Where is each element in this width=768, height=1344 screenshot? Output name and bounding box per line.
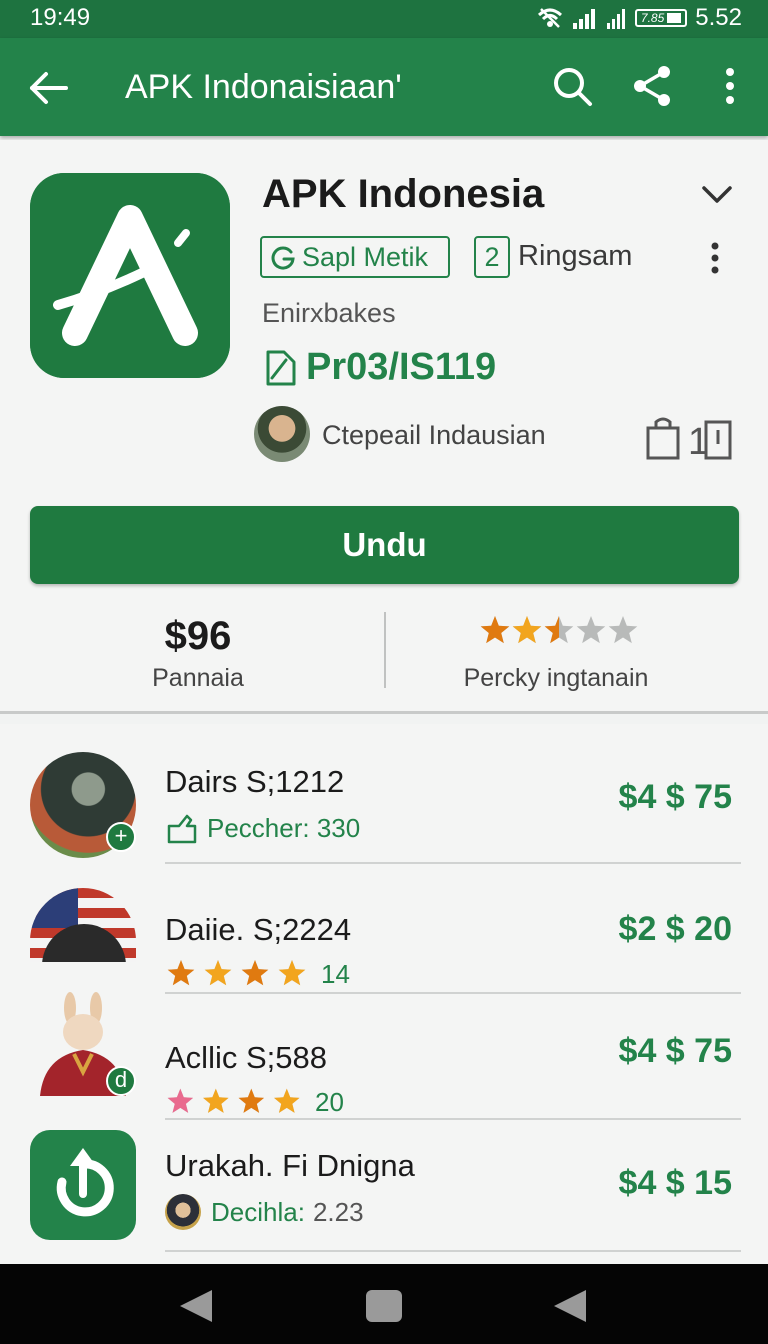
price-code-text: Pr03/IS119 bbox=[306, 346, 497, 388]
more-vert-icon[interactable] bbox=[700, 240, 730, 276]
battery-fill bbox=[667, 13, 682, 23]
list-item-title: Acllic S;588 bbox=[165, 1040, 327, 1075]
list-item-title: Dairs S;1212 bbox=[165, 764, 345, 799]
star-filled-icon bbox=[238, 1088, 265, 1113]
app-logo-icon bbox=[30, 173, 230, 378]
list-item-title: Daiie. S;2224 bbox=[165, 912, 352, 947]
stat-price-label: Pannaia bbox=[152, 664, 244, 692]
status-time: 19:49 bbox=[30, 4, 91, 31]
list-item-subtitle: 20 bbox=[165, 1086, 344, 1118]
install-button[interactable]: Undu bbox=[30, 506, 739, 584]
list-item[interactable]: + Dairs S;1212 Peccher: 330 $4 $ 75 bbox=[0, 724, 768, 864]
rating-stars bbox=[480, 616, 638, 644]
author-avatar bbox=[165, 1194, 201, 1230]
rank-label: Ringsam bbox=[518, 240, 633, 272]
list-item-price: $4 $ 75 bbox=[618, 1032, 732, 1070]
rating-stars bbox=[167, 1088, 300, 1113]
list-item-subtitle-text: Peccher: 330 bbox=[207, 812, 361, 843]
list-item-subtitle-label: Decihla: bbox=[211, 1196, 305, 1227]
robot-head bbox=[42, 924, 126, 962]
list-item-thumbnail bbox=[30, 888, 136, 962]
badge-text: d bbox=[114, 1067, 128, 1092]
developer-name[interactable]: Enirxbakes bbox=[262, 298, 396, 329]
stat-divider bbox=[384, 612, 386, 688]
stat-price: $96 bbox=[164, 614, 232, 658]
app-bar-title: APK Indonaisiaan' bbox=[125, 68, 402, 106]
rank-number: 2 bbox=[484, 241, 500, 272]
signal-icon bbox=[572, 9, 595, 29]
list-item-subtitle: Decihla: 2.23 bbox=[165, 1194, 364, 1230]
battery-icon: 7.85 bbox=[634, 9, 688, 27]
install-button-label: Undu bbox=[342, 526, 427, 563]
chevron-down-icon[interactable] bbox=[700, 180, 734, 208]
battery-level: 7.85 bbox=[640, 11, 665, 25]
rating-count: 14 bbox=[321, 958, 350, 989]
refresh-g-icon bbox=[271, 246, 295, 270]
system-nav-bar bbox=[0, 1264, 768, 1344]
rank-badge: 2 bbox=[474, 236, 510, 278]
status-right-time: 5.52 bbox=[695, 4, 742, 31]
price-code: Pr03/IS119 bbox=[262, 346, 496, 389]
badge-text: + bbox=[114, 823, 128, 848]
star-filled-icon bbox=[241, 960, 269, 986]
status-icons: 7.85 5.52 bbox=[537, 4, 742, 32]
signal-icon bbox=[606, 9, 625, 29]
nav-recent-icon[interactable] bbox=[550, 1288, 590, 1324]
rating-stars bbox=[167, 960, 306, 986]
flag-canton bbox=[30, 888, 78, 928]
star-filled-icon bbox=[167, 1088, 194, 1113]
star-filled-icon bbox=[512, 616, 542, 644]
star-icon bbox=[576, 616, 606, 644]
list-item-price: $2 $ 20 bbox=[618, 910, 732, 948]
rating-count: 20 bbox=[315, 1086, 344, 1117]
status-bar: 19:49 7.85 5.52 bbox=[0, 0, 768, 38]
app-name: APK Indonesia bbox=[262, 172, 545, 216]
list-item-thumbnail: d bbox=[30, 992, 136, 1096]
wifi-off-icon bbox=[537, 8, 562, 28]
add-badge: d bbox=[106, 1066, 136, 1096]
list-item-title: Urakah. Fi Dnigna bbox=[165, 1148, 415, 1183]
list-item[interactable]: Daiie. S;2224 14 $2 $ 20 bbox=[0, 864, 768, 994]
nav-back-icon[interactable] bbox=[176, 1288, 216, 1324]
update-app-icon bbox=[30, 1130, 136, 1240]
star-filled-icon bbox=[167, 960, 195, 986]
star-filled-icon bbox=[274, 1088, 300, 1113]
app-bar: APK Indonaisiaan' bbox=[0, 38, 768, 136]
back-arrow-icon[interactable] bbox=[26, 66, 70, 110]
star-filled-icon bbox=[278, 960, 306, 986]
price-tag-icon bbox=[266, 350, 296, 385]
star-icon bbox=[608, 616, 638, 644]
list-item-subtitle-value: 2.23 bbox=[312, 1196, 364, 1227]
app-header-card: APK Indonesia Sapl Metik 2 Ringsam Enirx… bbox=[0, 140, 768, 714]
list-item-thumbnail: + bbox=[30, 752, 136, 858]
list-item-subtitle: 14 bbox=[165, 958, 350, 990]
star-filled-icon bbox=[480, 616, 510, 644]
stat-rating-label: Percky ingtanain bbox=[463, 664, 649, 692]
list-item[interactable]: Urakah. Fi Dnigna Decihla: 2.23 $4 $ 15 bbox=[0, 1120, 768, 1260]
category-tag[interactable]: Sapl Metik bbox=[260, 236, 450, 278]
star-filled-icon bbox=[204, 960, 232, 986]
add-badge: + bbox=[106, 822, 136, 852]
tag-icon bbox=[167, 814, 197, 844]
search-icon[interactable] bbox=[550, 64, 594, 108]
list-item-price: $4 $ 75 bbox=[618, 778, 732, 816]
share-icon[interactable] bbox=[630, 64, 674, 108]
list-item[interactable]: d Acllic S;588 20 $4 $ 75 bbox=[0, 992, 768, 1120]
list-item-subtitle: Peccher: 330 bbox=[165, 812, 360, 844]
nav-home-icon[interactable] bbox=[364, 1288, 404, 1324]
star-filled-icon bbox=[203, 1088, 229, 1113]
more-vert-icon[interactable] bbox=[708, 64, 752, 108]
publisher-name[interactable]: Ctepeail Indausian bbox=[322, 420, 546, 451]
category-tag-label: Sapl Metik bbox=[302, 241, 429, 272]
publisher-avatar[interactable] bbox=[254, 406, 310, 462]
shopping-bag-icon[interactable]: 1 bbox=[644, 416, 734, 460]
related-apps-list: + Dairs S;1212 Peccher: 330 $4 $ 75 Daii… bbox=[0, 724, 768, 1264]
divider bbox=[165, 1250, 741, 1252]
list-item-price: $4 $ 15 bbox=[618, 1164, 732, 1202]
